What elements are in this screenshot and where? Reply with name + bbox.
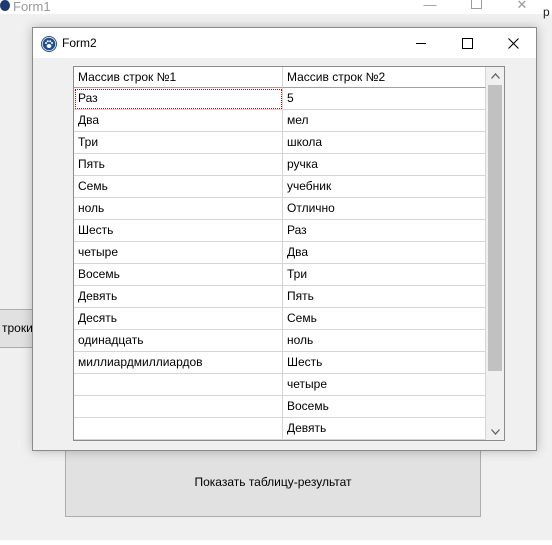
close-icon: ✕ bbox=[516, 0, 528, 12]
table-cell-col1[interactable] bbox=[74, 374, 283, 396]
form2-maximize-button[interactable] bbox=[444, 28, 490, 58]
table-cell-col1[interactable]: четыре bbox=[74, 242, 283, 264]
maximize-icon bbox=[461, 37, 473, 49]
table-cell-col2[interactable]: Два bbox=[283, 242, 486, 264]
table-cell-col2[interactable]: Восемь bbox=[283, 396, 486, 418]
table-cell-col2[interactable]: Семь bbox=[283, 308, 486, 330]
table-row: четыре bbox=[74, 374, 486, 396]
table-row: одинадцать ноль bbox=[74, 330, 486, 352]
table-cell-col2[interactable]: Пять bbox=[283, 286, 486, 308]
table-cell-col1[interactable]: Два bbox=[74, 110, 283, 132]
string-grid[interactable]: Массив строк №1 Массив строк №2 Раз 5 Два м… bbox=[73, 66, 505, 441]
vertical-scrollbar[interactable] bbox=[486, 67, 504, 440]
scrollbar-thumb[interactable] bbox=[488, 85, 502, 371]
form1-close-button[interactable]: ✕ bbox=[500, 0, 544, 14]
table-cell-col1[interactable] bbox=[74, 396, 283, 418]
table-cell-col1[interactable]: Семь bbox=[74, 176, 283, 198]
table-row: Два мел bbox=[74, 110, 486, 132]
form1-bottom-edge bbox=[0, 540, 552, 545]
table-cell-col2[interactable]: мел bbox=[283, 110, 486, 132]
table-row: Десять Семь bbox=[74, 308, 486, 330]
close-icon bbox=[507, 37, 519, 49]
table-cell-col2[interactable]: Раз bbox=[283, 220, 486, 242]
table-cell-col1[interactable]: ноль bbox=[74, 198, 283, 220]
form2-minimize-button[interactable] bbox=[398, 28, 444, 58]
table-cell-col1[interactable]: Пять bbox=[74, 154, 283, 176]
table-cell-col1[interactable]: миллиардмиллиардов bbox=[74, 352, 283, 374]
table-row: Девять bbox=[74, 418, 486, 440]
chevron-down-icon bbox=[490, 428, 500, 435]
form1-partial-label: р bbox=[543, 5, 550, 19]
table-row: миллиардмиллиардов Шесть bbox=[74, 352, 486, 374]
paw-icon bbox=[41, 36, 57, 52]
table-row: Шесть Раз bbox=[74, 220, 486, 242]
form1-app-icon bbox=[0, 0, 10, 11]
table-row: Три школа bbox=[74, 132, 486, 154]
table-cell-col2[interactable]: 5 bbox=[283, 88, 486, 110]
column-header-2[interactable]: Массив строк №2 bbox=[283, 67, 486, 88]
form2-titlebar[interactable]: Form2 bbox=[33, 28, 536, 58]
table-cell-col1[interactable]: Шесть bbox=[74, 220, 283, 242]
table-row: Пять ручка bbox=[74, 154, 486, 176]
table-cell-col2[interactable]: школа bbox=[283, 132, 486, 154]
table-cell-col1[interactable] bbox=[74, 418, 283, 440]
table-cell-col2[interactable]: Шесть bbox=[283, 352, 486, 374]
grid-header: Массив строк №1 Массив строк №2 bbox=[74, 67, 486, 88]
table-cell-col1[interactable]: Раз bbox=[74, 88, 283, 110]
table-cell-col2[interactable]: Три bbox=[283, 264, 486, 286]
table-row: Девять Пять bbox=[74, 286, 486, 308]
table-cell-col1[interactable]: Восемь bbox=[74, 264, 283, 286]
table-cell-col2[interactable]: Отлично bbox=[283, 198, 486, 220]
minimize-icon: — bbox=[423, 0, 437, 12]
table-row: Восемь Три bbox=[74, 264, 486, 286]
table-cell-col1[interactable]: одинадцать bbox=[74, 330, 283, 352]
table-cell-col1[interactable]: Девять bbox=[74, 286, 283, 308]
table-row: Семь учебник bbox=[74, 176, 486, 198]
maximize-icon bbox=[470, 0, 482, 9]
show-result-table-label: Показать таблицу-результат bbox=[194, 474, 352, 489]
scroll-up-button[interactable] bbox=[486, 67, 504, 84]
table-cell-col2[interactable]: ручка bbox=[283, 154, 486, 176]
form1-maximize-button[interactable] bbox=[454, 0, 498, 14]
table-row: Раз 5 bbox=[74, 88, 486, 110]
form1-titlebar[interactable]: Form1 — ✕ bbox=[0, 0, 552, 14]
minimize-icon bbox=[416, 42, 426, 44]
table-row: четыре Два bbox=[74, 242, 486, 264]
table-cell-col2[interactable]: учебник bbox=[283, 176, 486, 198]
table-row: Восемь bbox=[74, 396, 486, 418]
form1-minimize-button[interactable]: — bbox=[408, 0, 452, 14]
table-cell-col2[interactable]: ноль bbox=[283, 330, 486, 352]
show-result-table-button[interactable]: Показать таблицу-результат bbox=[65, 446, 481, 517]
form2-close-button[interactable] bbox=[490, 28, 536, 58]
table-cell-col1[interactable]: Десять bbox=[74, 308, 283, 330]
form2-title: Form2 bbox=[62, 36, 97, 50]
scroll-down-button[interactable] bbox=[486, 423, 504, 440]
table-cell-col2[interactable]: Девять bbox=[283, 418, 486, 440]
table-cell-col2[interactable]: четыре bbox=[283, 374, 486, 396]
table-cell-col1[interactable]: Три bbox=[74, 132, 283, 154]
form2-window: Form2 Массив строк №1 Массив строк №2 Ра… bbox=[32, 27, 537, 451]
table-row: ноль Отлично bbox=[74, 198, 486, 220]
column-header-1[interactable]: Массив строк №1 bbox=[74, 67, 283, 88]
form1-title: Form1 bbox=[13, 0, 51, 14]
grid-body: Раз 5 Два мел Три школа Пять ручка Семь учебник но… bbox=[74, 88, 486, 440]
chevron-up-icon bbox=[490, 72, 500, 79]
